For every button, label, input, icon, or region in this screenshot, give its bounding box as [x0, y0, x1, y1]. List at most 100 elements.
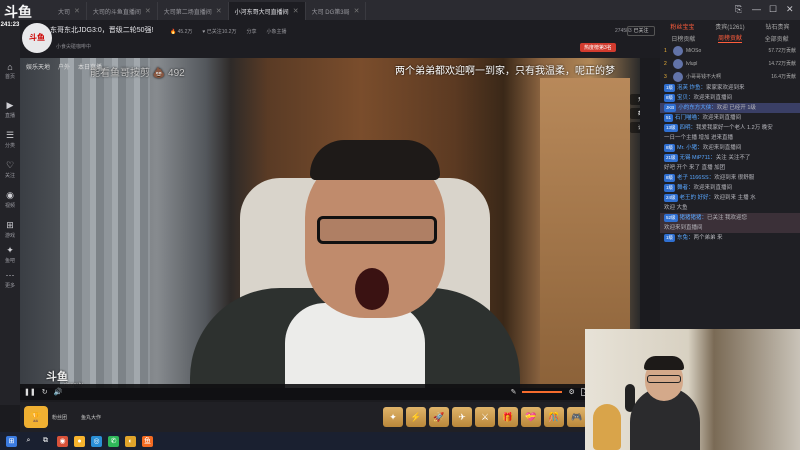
chat-message-list[interactable]: 1级 泡芙 炸鱼：家家家欢迎到来 8级 宝贝：欢迎来到直播间 JKB 小的东方大侠：欢迎 … [660, 83, 800, 243]
subtab-all[interactable]: 全部贡献 [765, 34, 789, 43]
rail-label: 首页 [4, 74, 15, 80]
streamer-hair [310, 140, 440, 180]
maximize-icon[interactable]: ☐ [769, 4, 777, 15]
rail-item-live[interactable]: ▶ 直播 [0, 100, 20, 119]
volume-icon[interactable]: 🔊 [54, 388, 63, 396]
chat-message: 一日一个主播 增加 进来直播 [660, 133, 800, 143]
taskbar-app-icon[interactable]: ◎ [91, 435, 102, 447]
close-window-icon[interactable]: ✕ [786, 4, 794, 15]
tab-vip[interactable]: 贵宾(1261) [715, 22, 744, 31]
taskbar-app-icon[interactable]: ● [74, 435, 85, 447]
subtab-daily[interactable]: 日榜贡献 [671, 34, 695, 43]
danmaku-message: 能看鱼哥按剪 💩 492 [90, 68, 185, 79]
chat-username[interactable]: 老王的 好好： [680, 195, 715, 201]
chat-username[interactable]: 宝贝： [677, 95, 694, 101]
minimize-icon[interactable]: — [752, 4, 761, 14]
gift-item[interactable]: 💝 [521, 407, 541, 427]
gift-item[interactable]: ⚡ [406, 407, 426, 427]
streamer-avatar[interactable]: 斗鱼 [22, 23, 52, 53]
chat-text: 欢迎到来 很舒服 [714, 175, 755, 181]
chat-message: 1级 东兔：两个弟弟 来 [660, 233, 800, 243]
chat-username[interactable]: Mr. 小猪： [677, 145, 703, 151]
chat-text: 欢迎来到直播间 [693, 95, 733, 101]
chat-text: 两个弟弟 来 [693, 235, 723, 241]
chat-username[interactable]: 石门喵喵： [675, 115, 703, 121]
rank-row[interactable]: 2 lvlupl 14.72万贡献 [660, 57, 800, 70]
chat-username[interactable]: 猪猪猪猪： [680, 215, 708, 221]
chat-username[interactable]: 东兔： [677, 235, 694, 241]
rail-item-game[interactable]: ⊞ 游戏 [0, 220, 20, 239]
rank-badge[interactable]: 热度榜第3名 [580, 43, 616, 52]
streamer-mouth [355, 268, 389, 310]
follow-button[interactable]: 已关注 [627, 26, 655, 36]
chat-text: 我爱我家好一个老人 1.2万 晚安 [696, 125, 773, 131]
gift-item[interactable]: 🎁 [498, 407, 518, 427]
user-avatar [673, 45, 683, 56]
close-icon[interactable]: ✕ [293, 7, 299, 15]
rail-item-forum[interactable]: ✦ 鱼吧 [0, 245, 20, 264]
gift-item[interactable]: 🚀 [429, 407, 449, 427]
player-controls: ❚❚ ↻ 🔊 ✎ ⚙ 1080P ⛶ ⤢ ☰ [20, 384, 640, 400]
chat-username[interactable]: 老子 1166SS： [677, 175, 714, 181]
fishball-label[interactable]: 鱼丸大作 [81, 414, 101, 421]
screenshot-button[interactable]: 截屏 [630, 108, 640, 119]
subtab-weekly[interactable]: 周榜贡献 [717, 33, 742, 43]
taskbar-app-icon[interactable]: ✆ [108, 435, 119, 447]
close-icon[interactable]: ✕ [216, 7, 222, 15]
volume-slider[interactable] [522, 391, 563, 393]
room-header: 斗鱼 东哥东北JDG3:0，晋级二轮50强! 小食尖碰咖啡中 🔥 45.2万 ♥… [20, 20, 660, 58]
share-link[interactable]: 分享 [246, 28, 256, 35]
video-player[interactable]: 娱乐天地 户外 本日直播 两个弟弟都欢迎啊一到家，只有我温柔，呢正的梦 能看鱼哥… [20, 58, 640, 388]
chat-username[interactable]: 小的东方大侠： [678, 105, 717, 111]
rank-row[interactable]: 1 MiOSo 57.72万贡献 [660, 44, 800, 57]
gift-item[interactable]: ⚔ [475, 407, 495, 427]
chat-username[interactable]: 无锡 MiP711： [680, 155, 716, 161]
rail-item-follow[interactable]: ♡ 关注 [0, 160, 20, 179]
settings-icon[interactable]: ⚙ [568, 388, 574, 396]
rail-item-home[interactable]: ⌂ 首页 [0, 62, 20, 80]
taskbar-app-icon[interactable]: ◐ [125, 435, 136, 447]
breadcrumb-item[interactable]: 户外 [58, 62, 70, 71]
pause-icon[interactable]: ❚❚ [24, 388, 36, 396]
rail-item-video[interactable]: ◉ 视频 [0, 190, 20, 209]
refresh-icon[interactable]: ↻ [42, 388, 48, 396]
video-settings-button[interactable]: 设置 [630, 122, 640, 133]
taskbar-app-icon[interactable]: ⌕ [23, 435, 34, 447]
level-badge: 52级 [664, 214, 678, 222]
close-icon[interactable]: ✕ [74, 7, 80, 15]
fan-club-button[interactable]: 🏆 [24, 406, 48, 428]
close-icon[interactable]: ✕ [354, 7, 360, 15]
tab-2[interactable]: 大司第二场直播间 ✕ [158, 2, 229, 20]
gift-item[interactable]: ✈ [452, 407, 472, 427]
light-toggle[interactable]: 开灯 [630, 94, 640, 105]
chat-username[interactable]: 舞者： [677, 185, 694, 191]
restore-icon[interactable]: ⎘ [735, 4, 742, 15]
gift-item[interactable]: 🎊 [544, 407, 564, 427]
taskbar-app-icon[interactable]: ◉ [57, 435, 68, 447]
breadcrumb-item[interactable]: 娱乐天地 [26, 62, 50, 71]
tab-diamond[interactable]: 钻石贵宾 [766, 22, 790, 31]
taskbar-app-icon[interactable]: ⊞ [6, 435, 17, 447]
taskbar-app-icon[interactable]: 鱼 [142, 435, 153, 447]
tab-0[interactable]: 大司 ✕ [52, 2, 87, 20]
tab-3[interactable]: 小河东哥大司直播间 ✕ [228, 2, 306, 20]
rank-row[interactable]: 3 小哥哥钱不大啊 16.4万贡献 [660, 70, 800, 83]
chat-username[interactable]: 泡芙 炸鱼： [677, 85, 706, 91]
chat-message: 24级 老王的 好好：欢迎到来 主播 水 [660, 193, 800, 203]
danmaku-edit-icon[interactable]: ✎ [511, 388, 517, 396]
host-link[interactable]: 小象主播 [266, 28, 286, 35]
chat-username[interactable]: 四明： [680, 125, 697, 131]
douyu-logo[interactable]: 斗鱼 [4, 2, 48, 21]
rail-item-more[interactable]: ⋯ 更多 [0, 270, 20, 289]
close-icon[interactable]: ✕ [145, 7, 151, 15]
rank-value: 14.72万贡献 [768, 61, 796, 67]
follow-stat: ♥ 已关注10.2万 [202, 29, 237, 35]
gift-item[interactable]: ✦ [383, 407, 403, 427]
rail-item-category[interactable]: ☰ 分类 [0, 130, 20, 149]
tab-fans[interactable]: 粉丝宝宝 [670, 22, 694, 31]
taskbar-app-icon[interactable]: ⧉ [40, 435, 51, 447]
chat-text: 已关注 我欢迎您 [707, 215, 748, 221]
tab-4[interactable]: 大司 DG第3局 ✕ [306, 2, 367, 20]
gift-item[interactable]: 🎮 [567, 407, 587, 427]
tab-1[interactable]: 大司的斗鱼直播间 ✕ [87, 2, 158, 20]
